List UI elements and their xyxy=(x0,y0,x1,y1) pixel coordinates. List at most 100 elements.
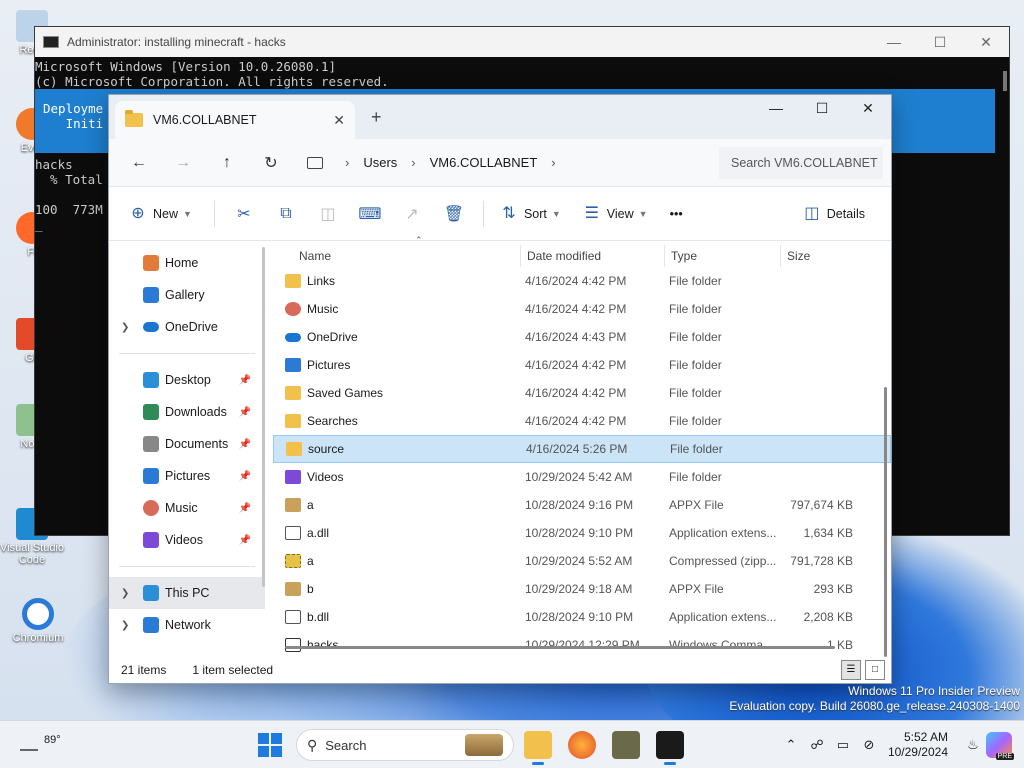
nav-item-network[interactable]: ❯ Network xyxy=(109,609,265,641)
column-header-size[interactable]: Size xyxy=(781,245,855,267)
cut-icon[interactable]: ✂ xyxy=(223,204,265,224)
onedrive-icon xyxy=(143,322,159,332)
up-button[interactable]: ↑ xyxy=(205,154,249,172)
nav-item-desktop[interactable]: Desktop 📌 xyxy=(109,364,265,396)
horizontal-scrollbar[interactable] xyxy=(285,646,835,649)
file-date: 10/29/2024 9:18 AM xyxy=(525,582,633,596)
details-button[interactable]: ◫ Details xyxy=(795,199,873,229)
pictures-icon xyxy=(285,358,301,372)
desktop-icon-chromium[interactable]: Chromium xyxy=(6,598,70,644)
refresh-button[interactable]: ↻ xyxy=(249,153,293,173)
sort-button[interactable]: ⇅ Sort ▼ xyxy=(492,199,569,229)
minimize-button[interactable]: — xyxy=(753,95,799,123)
network-off-icon[interactable]: ☍ xyxy=(804,737,830,753)
details-view-icon[interactable]: ☰ xyxy=(841,660,861,680)
navigation-pane[interactable]: Home Gallery ❯ OneDrive Desktop 📌 Downlo… xyxy=(109,241,265,659)
close-tab-icon[interactable]: ✕ xyxy=(333,112,345,129)
file-row[interactable]: a 10/29/2024 5:52 AM Compressed (zipp... 79… xyxy=(273,547,891,575)
file-row[interactable]: Searches 4/16/2024 4:42 PM File folder xyxy=(273,407,891,435)
file-row[interactable]: hacks 10/29/2024 12:29 PM Windows Comma...… xyxy=(273,631,891,659)
pin-icon: 📌 xyxy=(238,502,251,514)
minimize-button[interactable]: — xyxy=(871,34,917,51)
breadcrumb-users[interactable]: Users xyxy=(363,155,397,170)
taskbar-file-explorer[interactable] xyxy=(524,731,552,765)
file-date: 4/16/2024 5:26 PM xyxy=(526,442,628,456)
file-row[interactable]: Music 4/16/2024 4:42 PM File folder xyxy=(273,295,891,323)
file-row[interactable]: Videos 10/29/2024 5:42 AM File folder xyxy=(273,463,891,491)
copilot-icon[interactable]: PRE xyxy=(986,732,1014,760)
column-header-name[interactable]: Name xyxy=(273,245,521,267)
column-header-date[interactable]: Date modified xyxy=(521,245,665,267)
chevron-right-icon[interactable]: ❯ xyxy=(121,588,129,599)
tiles-view-icon[interactable]: □ xyxy=(865,660,885,680)
terminal-output[interactable]: Microsoft Windows [Version 10.0.26080.1]… xyxy=(35,57,1009,89)
taskbar-search[interactable]: ⚲ Search xyxy=(296,729,514,761)
forward-button[interactable]: → xyxy=(161,154,205,172)
more-button[interactable]: ••• xyxy=(662,199,691,229)
rename-icon[interactable]: ⌨ xyxy=(349,204,391,224)
close-button[interactable]: ✕ xyxy=(963,34,1009,51)
chevron-right-icon[interactable]: › xyxy=(345,155,349,170)
back-button[interactable]: ← xyxy=(117,154,161,172)
chevron-right-icon[interactable]: › xyxy=(551,155,555,170)
chevron-right-icon[interactable]: ❯ xyxy=(121,620,129,631)
nav-item-documents[interactable]: Documents 📌 xyxy=(109,428,265,460)
file-row[interactable]: OneDrive 4/16/2024 4:43 PM File folder xyxy=(273,323,891,351)
nav-item-videos[interactable]: Videos 📌 xyxy=(109,524,265,556)
maximize-button[interactable]: ☐ xyxy=(799,95,845,123)
nav-item-music[interactable]: Music 📌 xyxy=(109,492,265,524)
copy-icon[interactable]: ⧉ xyxy=(265,205,307,223)
file-explorer-window[interactable]: VM6.COLLABNET ✕ + — ☐ ✕ ← → ↑ ↻ › Users … xyxy=(108,94,892,684)
nav-item-this-pc[interactable]: ❯ This PC xyxy=(109,577,265,609)
pin-icon: 📌 xyxy=(238,406,251,418)
start-button[interactable] xyxy=(258,733,282,757)
delete-icon[interactable]: 🗑 xyxy=(433,204,475,224)
file-list[interactable]: ⌃ Name Date modified Type Size Links 4/16… xyxy=(273,235,891,659)
bell-icon[interactable]: ♨ xyxy=(960,737,986,753)
taskbar-app[interactable] xyxy=(612,731,640,759)
file-row[interactable]: Saved Games 4/16/2024 4:42 PM File folder xyxy=(273,379,891,407)
tab-vm6-collabnet[interactable]: VM6.COLLABNET ✕ xyxy=(115,101,355,139)
vertical-scrollbar[interactable] xyxy=(884,387,887,657)
terminal-scrollbar[interactable] xyxy=(1003,71,1007,91)
file-row[interactable]: a.dll 10/28/2024 9:10 PM Application exten… xyxy=(273,519,891,547)
divider xyxy=(119,353,255,354)
search-input[interactable]: Search VM6.COLLABNET xyxy=(719,146,883,179)
weather-widget[interactable]: 89° xyxy=(20,729,61,751)
nav-item-downloads[interactable]: Downloads 📌 xyxy=(109,396,265,428)
file-row[interactable]: a 10/28/2024 9:16 PM APPX File 797,674 KB xyxy=(273,491,891,519)
file-row[interactable]: Pictures 4/16/2024 4:42 PM File folder xyxy=(273,351,891,379)
nav-item-gallery[interactable]: Gallery xyxy=(109,279,265,311)
file-row[interactable]: b 10/29/2024 9:18 AM APPX File 293 KB xyxy=(273,575,891,603)
chevron-up-icon[interactable]: ⌃ xyxy=(778,737,804,753)
chevron-right-icon[interactable]: › xyxy=(411,155,415,170)
taskbar-firefox[interactable] xyxy=(568,731,596,759)
column-header-type[interactable]: Type xyxy=(665,245,781,267)
taskbar-terminal[interactable] xyxy=(656,731,684,765)
file-row[interactable]: b.dll 10/28/2024 9:10 PM Application exten… xyxy=(273,603,891,631)
sound-off-icon[interactable]: ⊘ xyxy=(856,737,882,753)
file-type: APPX File xyxy=(669,582,724,596)
nav-item-home[interactable]: Home xyxy=(109,247,265,279)
view-button[interactable]: ☰ View ▼ xyxy=(575,199,656,229)
new-tab-button[interactable]: + xyxy=(371,107,382,128)
file-row[interactable]: Links 4/16/2024 4:42 PM File folder xyxy=(273,267,891,295)
paste-icon[interactable]: ◫ xyxy=(307,204,349,224)
chevron-right-icon[interactable]: ❯ xyxy=(121,322,129,333)
this-pc-icon[interactable] xyxy=(307,156,323,169)
terminal-titlebar[interactable]: Administrator: installing minecraft - ha… xyxy=(35,27,1009,57)
dll-icon xyxy=(285,526,301,540)
share-icon[interactable]: ↗ xyxy=(391,204,433,224)
display-icon[interactable]: ▭ xyxy=(830,737,856,753)
breadcrumb[interactable]: › Users › VM6.COLLABNET › xyxy=(307,155,570,170)
clock[interactable]: 5:52 AM 10/29/2024 xyxy=(888,730,948,760)
nav-item-pictures[interactable]: Pictures 📌 xyxy=(109,460,265,492)
file-row[interactable]: source 4/16/2024 5:26 PM File folder xyxy=(273,435,891,463)
banner-line: Initi xyxy=(43,116,104,131)
close-button[interactable]: ✕ xyxy=(845,95,891,123)
maximize-button[interactable]: ☐ xyxy=(917,34,963,51)
breadcrumb-vm6[interactable]: VM6.COLLABNET xyxy=(430,155,538,170)
new-button[interactable]: ⊕ New ▼ xyxy=(121,199,200,229)
nav-item-onedrive[interactable]: ❯ OneDrive xyxy=(109,311,265,343)
nav-scrollbar[interactable] xyxy=(262,247,265,587)
